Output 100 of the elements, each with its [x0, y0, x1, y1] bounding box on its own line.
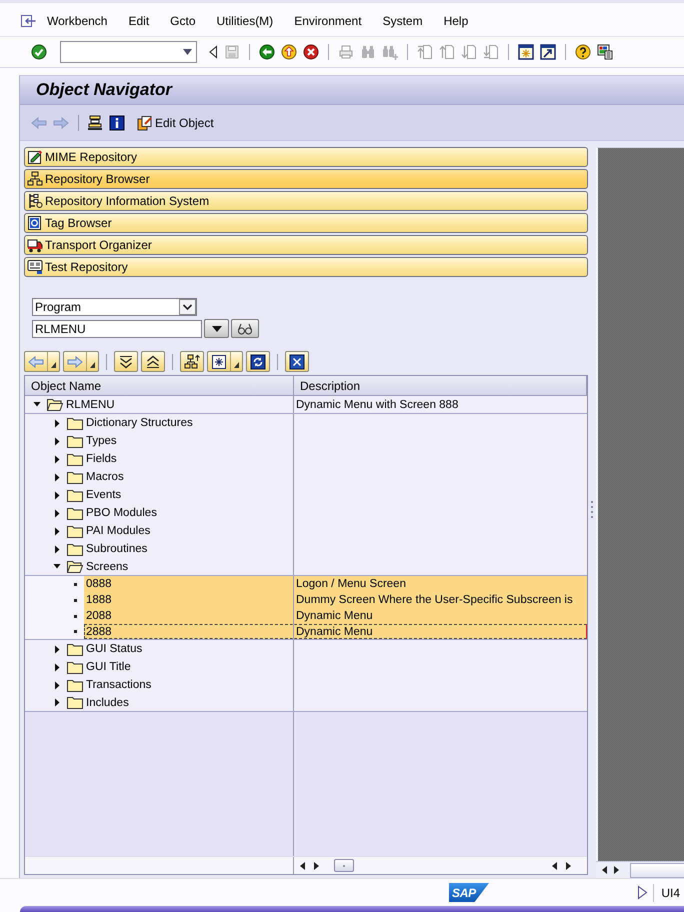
monitor-icon[interactable] [597, 44, 613, 60]
scroll-right-icon[interactable] [613, 865, 620, 875]
tree-toggle-icon[interactable] [53, 680, 61, 690]
bullet-icon [74, 614, 77, 618]
tree-node[interactable]: GUI Title [84, 658, 134, 676]
triangle-down-icon [210, 324, 222, 332]
tree-node[interactable]: Transactions [84, 676, 154, 694]
folder-icon [67, 488, 83, 502]
left-triangle-icon[interactable] [208, 44, 218, 60]
object-type-dropdown[interactable]: Program [32, 298, 197, 316]
navigator-button[interactable]: Repository Browser [24, 169, 588, 189]
truck-icon [27, 237, 43, 253]
bullet-icon [74, 630, 77, 633]
display-button[interactable] [231, 319, 259, 338]
cancel-icon[interactable] [303, 44, 319, 60]
layout-button[interactable] [207, 351, 243, 372]
tree-toggle-icon[interactable] [53, 454, 61, 464]
tree-node[interactable]: 0888 [84, 576, 293, 592]
menu-item[interactable]: Environment [294, 14, 362, 28]
check-icon[interactable] [31, 44, 47, 60]
bullet-icon [74, 582, 77, 586]
tree-node[interactable]: Screens [84, 558, 132, 575]
menu-item[interactable]: Utilities(M) [216, 14, 274, 28]
refresh-button[interactable] [246, 351, 270, 372]
tree-node[interactable]: Events [84, 486, 124, 504]
chevron-down-icon [179, 299, 196, 315]
tree-node[interactable]: PBO Modules [84, 504, 160, 522]
close-button[interactable] [285, 351, 309, 372]
dropdown-button[interactable] [204, 319, 229, 338]
tree-node[interactable]: Macros [84, 468, 127, 486]
object-name-field[interactable]: RLMENU [32, 320, 202, 338]
logo: SAP [449, 883, 489, 902]
scroll-right-icon[interactable] [565, 860, 572, 870]
right-arrow-icon [67, 354, 83, 370]
folder-icon [67, 642, 83, 656]
navigator-button[interactable]: MIME Repository [24, 147, 588, 167]
tree-toggle-icon[interactable] [53, 698, 61, 707]
command-field[interactable] [60, 41, 197, 63]
help-icon[interactable] [575, 44, 591, 60]
navigator-button[interactable]: Test Repository [24, 257, 588, 277]
tree-node[interactable]: Includes [84, 694, 132, 711]
folder-icon [67, 434, 83, 448]
tree-node[interactable]: Subroutines [84, 540, 150, 558]
status-toggle-icon[interactable] [637, 885, 648, 900]
tree-toggle-icon[interactable] [53, 544, 61, 554]
navigator-button[interactable]: Repository Information System [24, 191, 588, 211]
window-menu-icon[interactable] [20, 13, 36, 28]
tree-toggle-icon[interactable] [53, 418, 61, 428]
column-header[interactable]: Object Name [25, 376, 294, 395]
double-chevron-up-icon [145, 354, 161, 370]
left-arrow-icon [28, 354, 44, 370]
hierarchy-button[interactable] [180, 351, 204, 372]
node-description: Dynamic Menu with Screen 888 [295, 398, 460, 412]
tree-node[interactable]: 2088 [84, 608, 293, 624]
navigator-button[interactable]: Tag Browser [24, 213, 588, 233]
back-button[interactable] [24, 351, 60, 372]
tree-node[interactable]: PAI Modules [84, 522, 154, 540]
tree-toggle-icon[interactable] [53, 562, 61, 571]
collapse-all-button[interactable] [141, 351, 165, 372]
tree-node[interactable]: Fields [84, 450, 120, 468]
back-icon[interactable] [259, 44, 275, 60]
menu-item[interactable]: Workbench [47, 14, 108, 28]
tree-toggle-icon[interactable] [53, 662, 61, 672]
menu-item[interactable]: Edit [128, 14, 150, 28]
tree-toggle-icon[interactable] [53, 644, 61, 654]
node-description: Dynamic Menu [294, 608, 587, 624]
tree-toggle-icon[interactable] [53, 436, 61, 446]
edit-object-button[interactable]: Edit Object [135, 112, 216, 132]
node-description: Logon / Menu Screen [294, 576, 587, 592]
tree-toggle-icon[interactable] [53, 472, 61, 482]
column-header[interactable]: Description [294, 376, 587, 395]
stack-icon[interactable] [87, 114, 103, 130]
menu-item[interactable]: System [382, 14, 423, 28]
edit-icon [137, 114, 153, 130]
scroll-left-icon[interactable] [551, 860, 558, 870]
node-description: Dummy Screen Where the User-Specific Subscreen is [294, 592, 587, 608]
window-title: Object Navigator [36, 80, 172, 100]
tree-toggle-icon[interactable] [53, 490, 61, 500]
scroll-left-icon[interactable] [601, 865, 608, 875]
tree-toggle-icon[interactable] [53, 526, 61, 536]
menu-item[interactable]: Gcto [170, 14, 196, 28]
forward-button[interactable] [63, 351, 99, 372]
tree-node[interactable]: 2888 [84, 624, 293, 639]
menu-item[interactable]: Help [444, 14, 468, 28]
tree-node[interactable]: GUI Status [84, 640, 146, 658]
info-icon[interactable] [109, 114, 125, 130]
system-name: UI4 [661, 886, 681, 900]
tree-node[interactable]: 1888 [84, 592, 293, 608]
scroll-left-icon[interactable] [299, 860, 306, 870]
tree-node[interactable]: Types [84, 432, 120, 450]
tree-toggle-icon[interactable] [33, 400, 41, 409]
scroll-right-icon[interactable] [313, 860, 320, 870]
scroll-thumb[interactable] [334, 859, 354, 872]
tree-toggle-icon[interactable] [53, 508, 61, 518]
tree-node[interactable]: RLMENU [64, 396, 118, 413]
expand-all-button[interactable] [114, 351, 138, 372]
corner-caret-icon [51, 362, 56, 368]
tree-node[interactable]: Dictionary Structures [84, 414, 196, 432]
navigator-button[interactable]: Transport Organizer [24, 235, 588, 255]
edit-document-icon [27, 149, 43, 165]
